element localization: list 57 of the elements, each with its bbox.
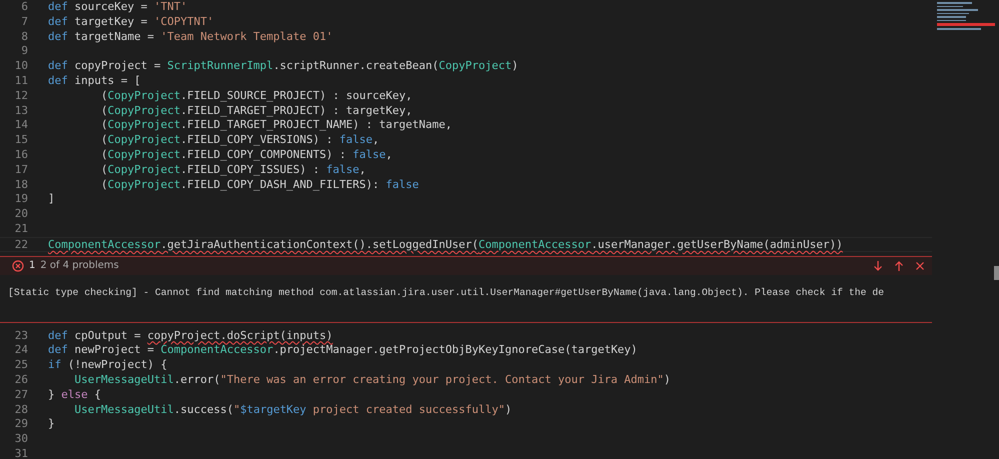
code-line: (CopyProject.FIELD_COPY_DASH_AND_FILTERS): false [100, 178, 419, 192]
code-line: def newProject = ComponentAccessor.projectManager.getProjectObjByKeyIgnoreCase(targetKey) [48, 343, 638, 358]
code-line: def copyProject = ScriptRunnerImpl.scriptRunner.createBean(CopyProject) [48, 59, 518, 74]
down-arrow-icon[interactable] [872, 260, 884, 272]
code-line: } [48, 417, 55, 432]
problem-message: [Static type checking] - Cannot find matching method com.atlassian.jira.user.util.UserManager#getUserByName(java.lang.Object). Please check if the de [7, 286, 885, 300]
line-number: 12 [14, 88, 28, 104]
code-line: def targetName = 'Team Network Template 01' [48, 30, 333, 44]
code-line: def cpOutput = copyProject.doScript(inputs) [48, 328, 333, 344]
line-number: 29 [14, 417, 28, 432]
line-number: 26 [14, 372, 28, 388]
code-line: def targetKey = 'COPYTNT' [48, 14, 214, 30]
minimap-drawing[interactable] [937, 2, 995, 30]
up-arrow-icon[interactable] [893, 260, 905, 272]
code-line: (CopyProject.FIELD_COPY_ISSUES) : false, [100, 162, 366, 178]
code-line: (CopyProject.FIELD_SOURCE_PROJECT) : sourceKey, [100, 88, 412, 104]
line-number: 9 [20, 44, 28, 60]
line-number: 10 [14, 59, 28, 74]
problem-index: 1 [29, 260, 36, 272]
line-number: 21 [14, 222, 28, 237]
line-number: 23 [14, 328, 28, 344]
line-number: 27 [14, 388, 28, 403]
code-line: if (!newProject) { [48, 358, 168, 373]
code-line: (CopyProject.FIELD_COPY_COMPONENTS) : false, [100, 148, 392, 163]
close-icon[interactable] [914, 260, 926, 272]
line-number: 15 [14, 133, 28, 148]
code-line: def sourceKey = 'TNT' [48, 0, 188, 15]
code-line: (CopyProject.FIELD_COPY_VERSIONS) : false, [100, 133, 380, 148]
line-number: 25 [14, 358, 28, 373]
line-number: 16 [14, 148, 28, 163]
line-number: 22 [14, 238, 28, 251]
line-number: 17 [14, 162, 28, 178]
line-number: 30 [14, 432, 28, 447]
line-number: 20 [14, 207, 28, 222]
problem-count: 2 of 4 problems [40, 260, 119, 272]
code-line: UserMessageUtil.error("There was an error creating your project. Contact your Jira Admin") [73, 372, 671, 388]
line-number: 7 [20, 14, 28, 30]
error-icon [12, 260, 24, 272]
line-number: 18 [14, 178, 28, 192]
line-number: 28 [14, 402, 28, 418]
line-number: 31 [14, 446, 28, 459]
line-number: 6 [20, 0, 28, 15]
code-line: ] [48, 192, 55, 208]
scrollbar-thumb[interactable] [994, 266, 999, 280]
code-line: (CopyProject.FIELD_TARGET_PROJECT_NAME) : targetName, [100, 118, 452, 134]
line-number: 14 [14, 118, 28, 134]
code-line: ComponentAccessor.getJiraAuthenticationContext().setLoggedInUser(ComponentAccessor.userManager.getUserByName(adminUser)) [48, 238, 843, 251]
code-editor[interactable] [0, 0, 999, 459]
line-number: 8 [20, 30, 28, 44]
line-number: 11 [14, 74, 28, 89]
line-number: 19 [14, 192, 28, 208]
line-number: 24 [14, 343, 28, 358]
code-line: } else { [48, 388, 101, 403]
line-number: 13 [14, 104, 28, 118]
code-line: (CopyProject.FIELD_TARGET_PROJECT) : targetKey, [100, 104, 412, 118]
code-line: def inputs = [ [48, 74, 141, 89]
code-line: UserMessageUtil.success("$targetKey project created successfully") [73, 402, 512, 418]
